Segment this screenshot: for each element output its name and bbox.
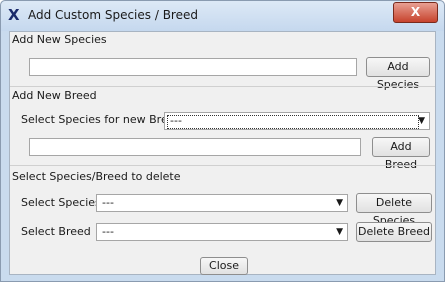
add-species-section-label: Add New Species [12,33,107,46]
add-breed-button[interactable]: Add Breed [372,137,430,171]
new-breed-input[interactable] [29,138,361,156]
close-icon: X [410,5,421,19]
delete-species-value: --- [102,196,114,209]
delete-species-button[interactable]: Delete Species [356,193,432,227]
focus-ring [167,115,419,129]
title-bar[interactable]: X Add Custom Species / Breed X [1,1,444,31]
delete-species-select[interactable]: --- ▼ [96,194,348,212]
species-for-breed-label: Select Species for new Breed: [21,113,186,126]
add-breed-section-label: Add New Breed [12,89,97,102]
dialog-window: X Add Custom Species / Breed X Add New S… [0,0,445,282]
delete-breed-value: --- [102,225,114,238]
chevron-down-icon[interactable]: ▼ [336,195,343,211]
species-for-breed-select[interactable]: --- ▼ [164,112,430,130]
dialog-body: Add New Species Add Species Add New Bree… [9,31,436,275]
separator [10,165,435,166]
add-species-button[interactable]: Add Species [366,57,430,91]
chevron-down-icon[interactable]: ▼ [418,113,425,129]
separator [10,86,435,87]
window-title: Add Custom Species / Breed [28,8,198,22]
select-species-label: Select Species [21,196,101,209]
chevron-down-icon[interactable]: ▼ [336,224,343,240]
delete-breed-button[interactable]: Delete Breed [356,222,432,242]
select-breed-label: Select Breed [21,225,91,238]
close-button[interactable]: Close [200,257,248,275]
delete-breed-select[interactable]: --- ▼ [96,223,348,241]
new-species-input[interactable] [29,58,357,76]
delete-section-label: Select Species/Breed to delete [12,170,181,183]
app-icon: X [8,6,20,24]
close-window-button[interactable]: X [393,2,438,23]
